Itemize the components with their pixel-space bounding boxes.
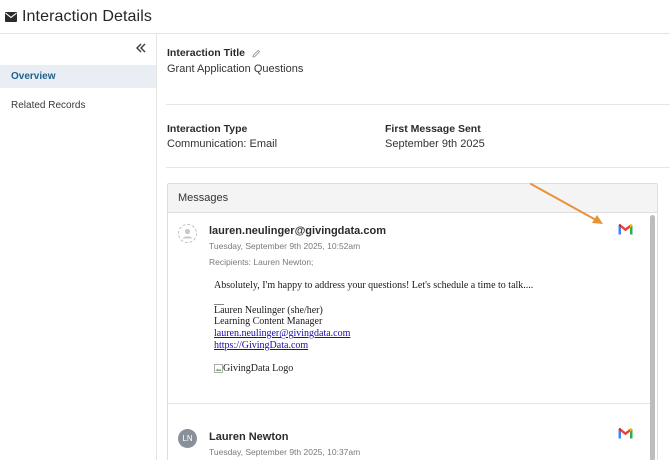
message-item: LN Lauren Newton Tuesday, September 9th … <box>168 404 648 460</box>
email-body: Absolutely, I'm happy to address your qu… <box>214 280 634 374</box>
message-item: lauren.neulinger@givingdata.com Tuesday,… <box>168 214 648 403</box>
message-sender: lauren.neulinger@givingdata.com <box>209 225 386 237</box>
interaction-type-label: Interaction Type <box>167 123 248 135</box>
message-timestamp: Tuesday, September 9th 2025, 10:52am <box>209 241 361 251</box>
message-timestamp: Tuesday, September 9th 2025, 10:37am <box>209 447 361 457</box>
sidebar-item-overview[interactable]: Overview <box>0 65 156 88</box>
sidebar: Overview Related Records <box>0 34 157 460</box>
interaction-title-value: Grant Application Questions <box>167 63 304 75</box>
divider <box>166 167 670 168</box>
messages-panel: Messages lauren.neulinger@givingdata.com… <box>167 183 658 460</box>
first-message-sent-label: First Message Sent <box>385 123 481 135</box>
gmail-icon[interactable] <box>618 223 633 235</box>
interaction-type-value: Communication: Email <box>167 138 278 150</box>
signature-name: Lauren Neulinger (she/her) <box>214 304 323 316</box>
messages-header: Messages <box>168 184 657 213</box>
double-chevron-left-icon[interactable] <box>134 41 148 55</box>
first-message-sent-value: September 9th 2025 <box>385 138 485 150</box>
signature-email-link[interactable]: lauren.neulinger@givingdata.com <box>214 328 634 340</box>
avatar: LN <box>178 429 197 448</box>
sidebar-item-label: Related Records <box>11 100 86 111</box>
main-content: Interaction Title Grant Application Ques… <box>157 34 670 460</box>
sidebar-item-label: Overview <box>11 71 56 82</box>
generic-user-icon <box>178 224 197 243</box>
gmail-icon[interactable] <box>618 427 633 439</box>
logo-image: GivingData Logo <box>214 363 634 375</box>
page-title: Interaction Details <box>22 7 152 25</box>
divider <box>166 104 670 105</box>
scrollbar[interactable] <box>650 215 655 460</box>
interaction-title-label: Interaction Title <box>167 47 245 59</box>
signature-title: Learning Content Manager <box>214 316 323 328</box>
signature-separator: __ <box>214 294 224 306</box>
message-sender: Lauren Newton <box>209 431 289 443</box>
broken-image-icon <box>214 363 223 373</box>
signature-website-link[interactable]: https://GivingData.com <box>214 340 634 352</box>
page-header: Interaction Details <box>0 0 670 34</box>
pencil-icon[interactable] <box>252 49 261 58</box>
email-text: Absolutely, I'm happy to address your qu… <box>214 280 534 291</box>
logo-alt-text: GivingData Logo <box>223 362 294 374</box>
envelope-icon <box>5 11 17 22</box>
message-recipients: Recipients: Lauren Newton; <box>209 257 314 267</box>
sidebar-item-related-records[interactable]: Related Records <box>0 94 156 117</box>
